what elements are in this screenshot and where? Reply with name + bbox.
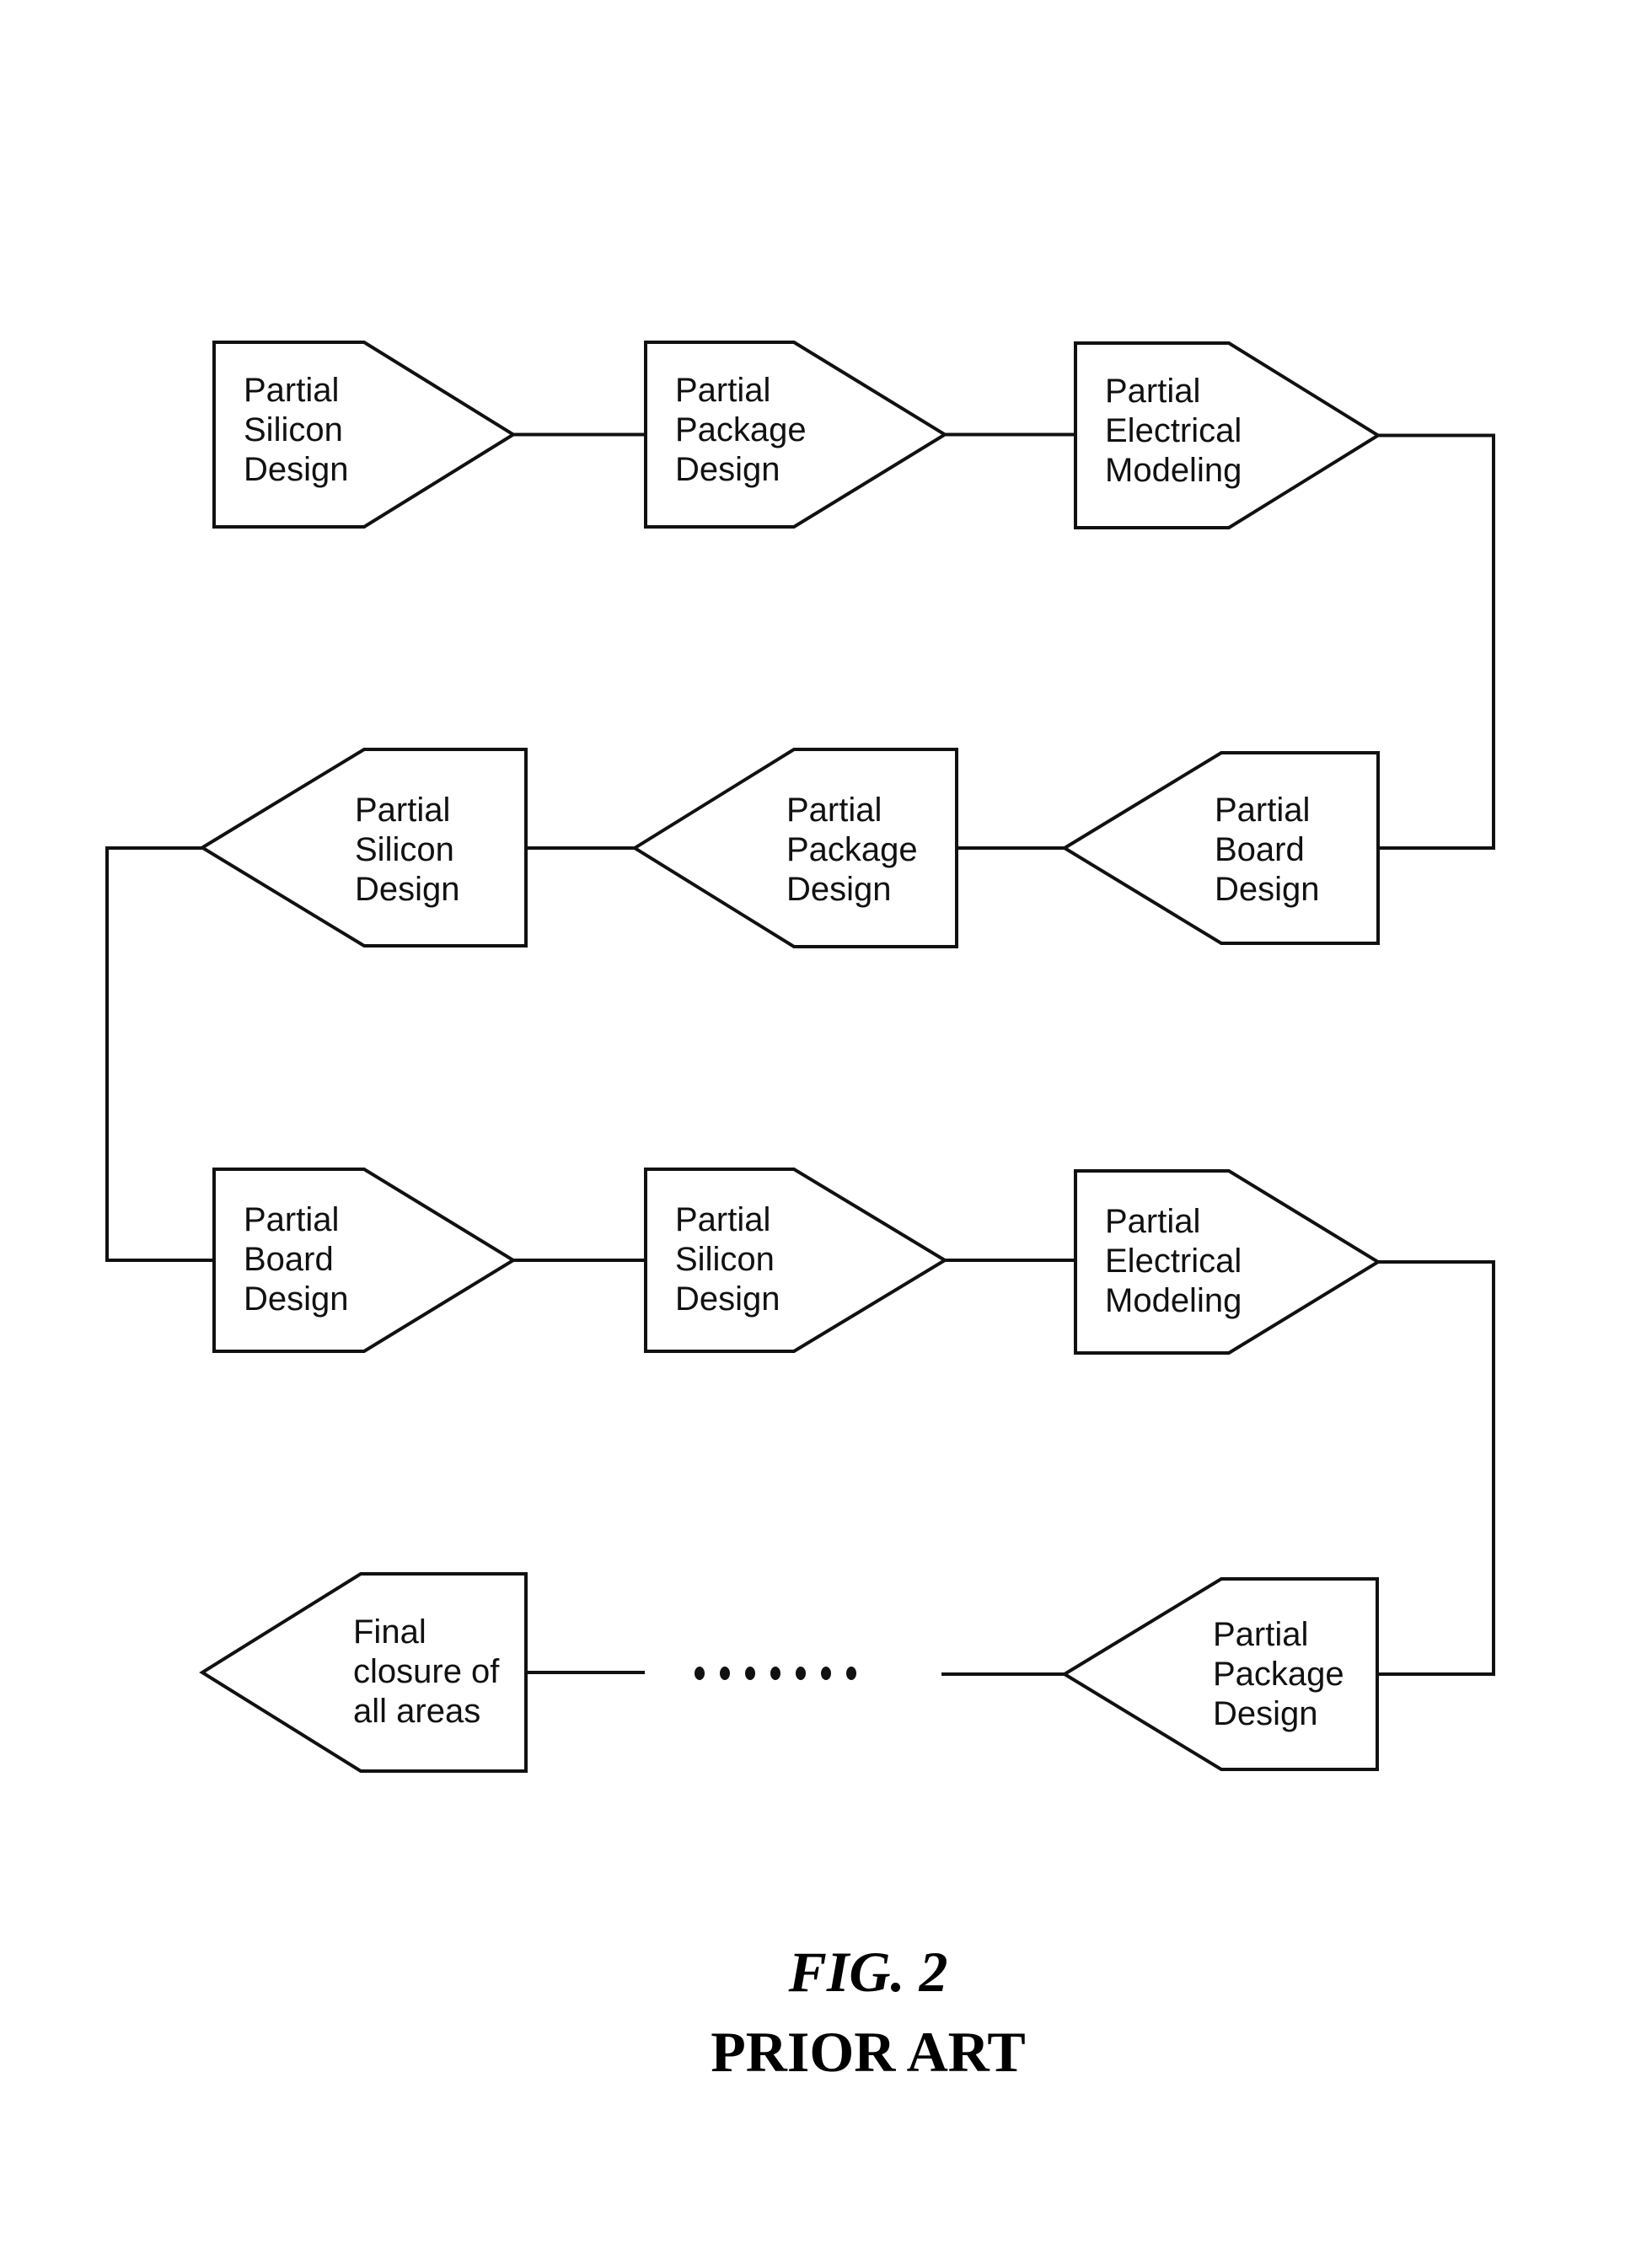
ellipsis-dot	[695, 1667, 705, 1680]
node-label-n7: Partial Board Design	[244, 1201, 349, 1318]
figure-caption: FIG. 2	[788, 1940, 948, 2004]
ellipsis-dot	[770, 1667, 780, 1680]
edge-n9-n10	[1377, 1260, 1495, 1676]
node-label-n4: Partial Board Design	[1215, 792, 1320, 908]
figure-subcaption: PRIOR ART	[711, 2020, 1026, 2084]
edge-n6-n7	[105, 846, 214, 1262]
ellipsis-dot	[846, 1667, 856, 1680]
node-label-n6: Partial Silicon Design	[355, 792, 460, 908]
node-label-n3: Partial Electrical Modeling	[1105, 373, 1242, 489]
node-label-n2: Partial Package Design	[675, 372, 807, 488]
ellipsis-dot	[745, 1667, 755, 1680]
ellipsis-dot	[720, 1667, 730, 1680]
patent-figure-page: Partial Silicon Design Partial Package D…	[0, 0, 1652, 2244]
node-label-n9: Partial Electrical Modeling	[1105, 1203, 1242, 1319]
node-label-n1: Partial Silicon Design	[244, 372, 349, 488]
flow-diagram	[105, 341, 1495, 1773]
node-label-n11: Final closure of all areas	[353, 1613, 500, 1730]
edge-n3-n4	[1378, 433, 1495, 850]
node-label-n8: Partial Silicon Design	[675, 1201, 780, 1318]
node-label-n5: Partial Package Design	[786, 792, 918, 908]
ellipsis-dot	[796, 1667, 806, 1680]
ellipsis-dot	[821, 1667, 831, 1680]
node-label-n10: Partial Package Design	[1213, 1616, 1344, 1732]
